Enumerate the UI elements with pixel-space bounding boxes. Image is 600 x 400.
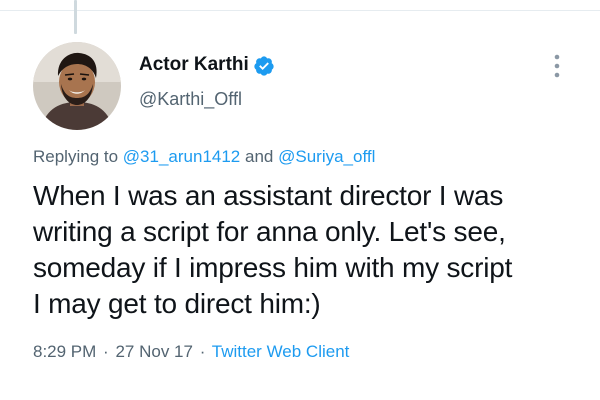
mention-link-1[interactable]: @31_arun1412 (123, 147, 240, 166)
tweet-source-link[interactable]: Twitter Web Client (212, 342, 350, 361)
avatar-image (33, 42, 121, 130)
more-options-icon[interactable] (548, 52, 566, 80)
replying-to-conjunction: and (245, 147, 274, 166)
replying-to-label: Replying to (33, 147, 119, 166)
tweet-text-line: someday if I impress him with my script (33, 252, 513, 283)
tweet-date[interactable]: 27 Nov 17 (115, 342, 193, 361)
mention-link-2[interactable]: @Suriya_offl (278, 147, 375, 166)
replying-to-line: Replying to @31_arun1412 and @Suriya_off… (33, 147, 375, 167)
tweet-meta: 8:29 PM · 27 Nov 17 · Twitter Web Client (33, 342, 349, 362)
tweet-text-line: I may get to direct him:) (33, 288, 321, 319)
meta-separator: · (199, 342, 206, 361)
author-handle[interactable]: @Karthi_Offl (139, 89, 242, 110)
author-name[interactable]: Actor Karthi (139, 54, 249, 76)
tweet-text-line: writing a script for anna only. Let's se… (33, 216, 506, 247)
meta-separator: · (103, 342, 109, 361)
tweet-time[interactable]: 8:29 PM (33, 342, 96, 361)
avatar[interactable] (33, 42, 121, 130)
thread-connector-line (74, 0, 77, 34)
top-divider (0, 10, 600, 11)
tweet-text: When I was an assistant director I was w… (33, 178, 588, 322)
verified-badge-icon (254, 56, 274, 76)
tweet-text-line: When I was an assistant director I was (33, 180, 504, 211)
